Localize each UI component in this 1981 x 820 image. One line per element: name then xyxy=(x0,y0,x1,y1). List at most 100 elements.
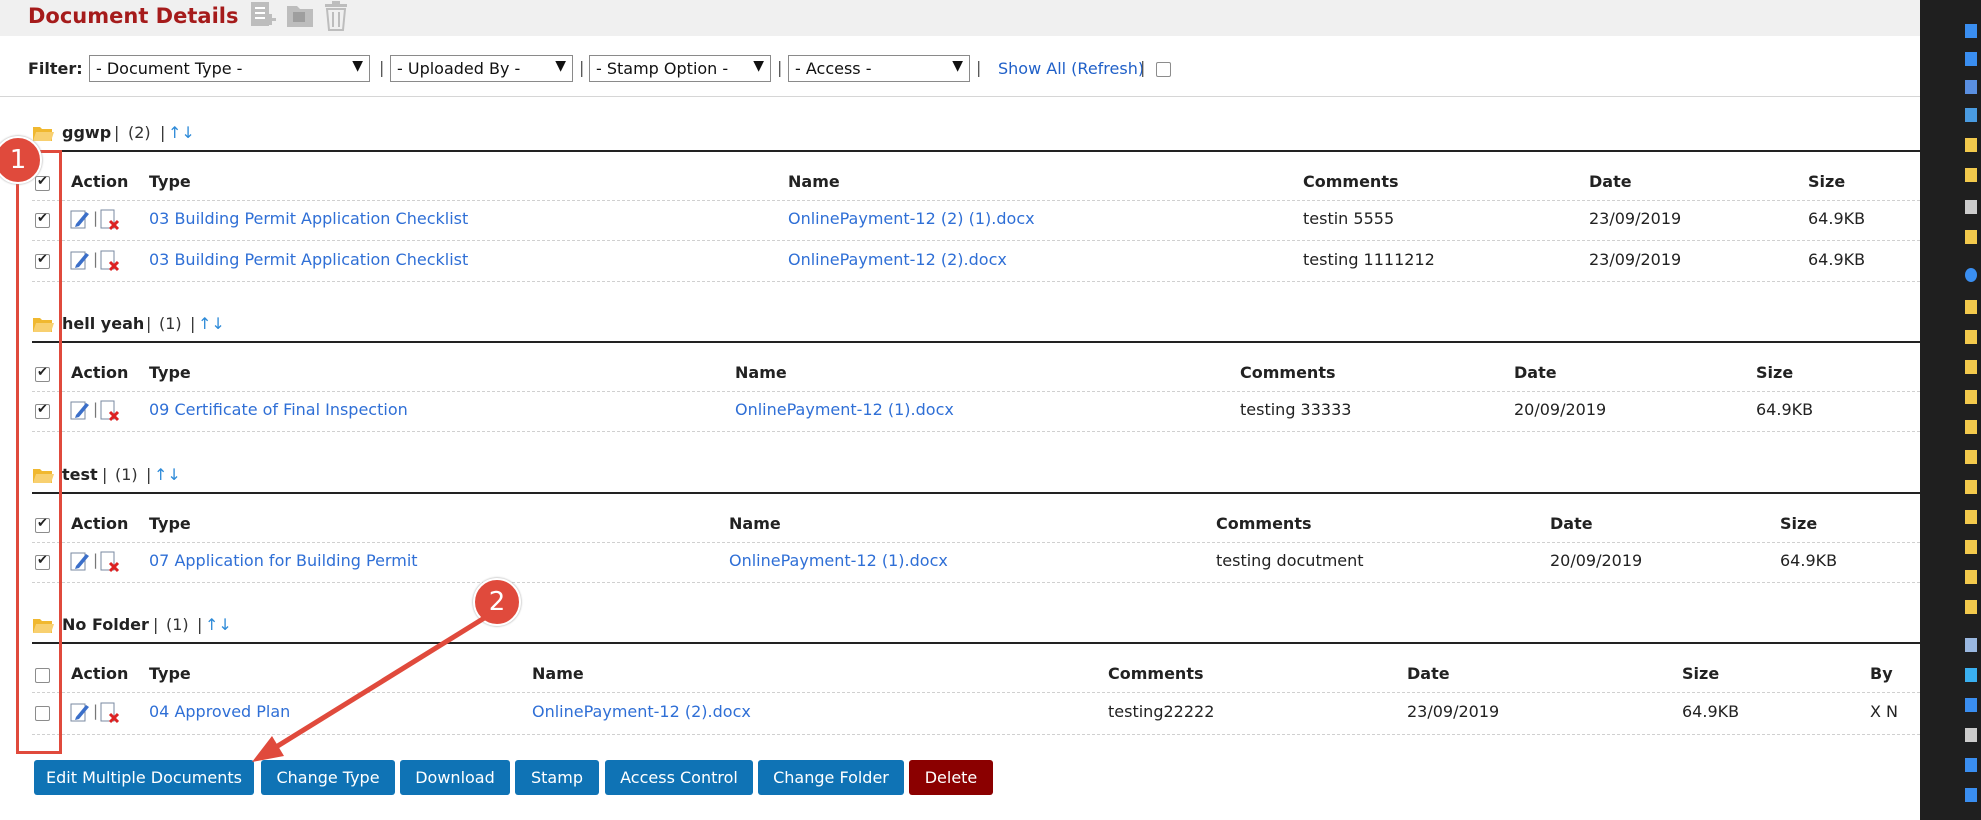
folder-icon xyxy=(1965,570,1977,584)
row-divider xyxy=(32,582,1920,583)
col-type: Type xyxy=(149,363,191,382)
separator: | xyxy=(579,58,585,77)
folder-icon xyxy=(1965,138,1977,152)
row-divider xyxy=(32,281,1920,282)
dropdown-arrow-icon: ▼ xyxy=(753,58,764,74)
annotation-badge-2: 2 xyxy=(473,578,521,626)
access-select[interactable]: - Access - ▼ xyxy=(788,55,970,82)
download-icon xyxy=(1965,52,1977,66)
folder-icon xyxy=(1965,300,1977,314)
col-type: Type xyxy=(149,514,191,533)
edit-icon[interactable] xyxy=(70,400,90,420)
annotation-checkbox-highlight xyxy=(16,150,62,754)
folder-icon xyxy=(1965,168,1977,182)
sort-icon[interactable]: ↑↓ xyxy=(168,123,195,142)
folder-separator: | xyxy=(102,465,108,484)
dropdown-arrow-icon: ▼ xyxy=(555,58,566,74)
download-button[interactable]: Download xyxy=(400,760,510,795)
folder-icon xyxy=(1965,540,1977,554)
doc-comments: testing 1111212 xyxy=(1303,250,1435,269)
chat-icon xyxy=(1965,698,1977,712)
open-folder-icon xyxy=(33,127,54,141)
filter-checkbox[interactable] xyxy=(1156,62,1171,77)
col-by: By xyxy=(1870,664,1893,683)
row-divider xyxy=(32,692,1920,693)
col-type: Type xyxy=(149,172,191,191)
folder-icon[interactable] xyxy=(284,0,316,32)
doc-type-link[interactable]: 07 Application for Building Permit xyxy=(149,551,418,570)
stamp-option-select[interactable]: - Stamp Option - ▼ xyxy=(589,55,771,82)
doc-date: 23/09/2019 xyxy=(1589,209,1682,228)
doc-size: 64.9KB xyxy=(1756,400,1814,419)
separator: | xyxy=(976,58,982,77)
delete-file-icon[interactable] xyxy=(100,551,120,573)
doc-type-link[interactable]: 04 Approved Plan xyxy=(149,702,290,721)
access-control-button[interactable]: Access Control xyxy=(605,760,753,795)
folder-separator: | xyxy=(153,615,159,634)
col-size: Size xyxy=(1682,664,1720,683)
doc-uploaded-by: X N xyxy=(1870,702,1899,721)
doc-type-link[interactable]: 09 Certificate of Final Inspection xyxy=(149,400,408,419)
doc-type-link[interactable]: 03 Building Permit Application Checklist xyxy=(149,209,468,228)
folder-name: No Folder xyxy=(62,615,149,634)
doc-type-link[interactable]: 03 Building Permit Application Checklist xyxy=(149,250,468,269)
doc-name-link[interactable]: OnlinePayment-12 (2) (1).docx xyxy=(788,209,1035,228)
folder-separator: | xyxy=(197,615,203,634)
sort-icon[interactable]: ↑↓ xyxy=(154,465,181,484)
sort-icon[interactable]: ↑↓ xyxy=(205,615,232,634)
music-icon xyxy=(1965,788,1977,802)
sort-icon[interactable]: ↑↓ xyxy=(198,314,225,333)
delete-file-icon[interactable] xyxy=(100,209,120,231)
dropdown-arrow-icon: ▼ xyxy=(952,58,963,74)
header-bar: Document Details xyxy=(0,0,1920,36)
doc-date: 23/09/2019 xyxy=(1589,250,1682,269)
doc-name-link[interactable]: OnlinePayment-12 (1).docx xyxy=(735,400,954,419)
change-type-button[interactable]: Change Type xyxy=(261,760,395,795)
dropdown-arrow-icon: ▼ xyxy=(352,58,363,74)
doc-date: 20/09/2019 xyxy=(1550,551,1643,570)
row-actions: | xyxy=(70,551,140,573)
uploaded-by-select[interactable]: - Uploaded By - ▼ xyxy=(390,55,573,82)
document-icon xyxy=(1965,80,1977,94)
edit-icon[interactable] xyxy=(70,702,90,722)
doc-size: 64.9KB xyxy=(1780,551,1838,570)
add-document-icon[interactable] xyxy=(248,0,280,32)
show-all-link[interactable]: Show All (Refresh) xyxy=(998,59,1144,78)
col-action: Action xyxy=(71,172,129,191)
col-comments: Comments xyxy=(1240,363,1336,382)
document-type-select[interactable]: - Document Type - ▼ xyxy=(89,55,370,82)
folder-separator: | xyxy=(146,314,152,333)
filter-label: Filter: xyxy=(28,59,83,78)
row-divider xyxy=(32,431,1920,432)
folder-count: (1) xyxy=(166,615,189,634)
delete-button[interactable]: Delete xyxy=(909,760,993,795)
doc-name-link[interactable]: OnlinePayment-12 (2).docx xyxy=(532,702,751,721)
folder-icon xyxy=(1965,510,1977,524)
folder-count: (1) xyxy=(159,314,182,333)
folder-count: (2) xyxy=(128,123,151,142)
book-icon xyxy=(1965,200,1977,214)
col-name: Name xyxy=(735,363,787,382)
delete-file-icon[interactable] xyxy=(100,702,120,724)
row-actions: | xyxy=(70,250,140,272)
row-actions: | xyxy=(70,400,140,422)
folder-name: test xyxy=(62,465,98,484)
col-size: Size xyxy=(1808,172,1846,191)
folder-icon xyxy=(1965,480,1977,494)
edit-icon[interactable] xyxy=(70,551,90,571)
row-divider xyxy=(32,240,1920,241)
doc-name-link[interactable]: OnlinePayment-12 (1).docx xyxy=(729,551,948,570)
doc-name-link[interactable]: OnlinePayment-12 (2).docx xyxy=(788,250,1007,269)
doc-comments: testing22222 xyxy=(1108,702,1215,721)
edit-icon[interactable] xyxy=(70,250,90,270)
separator: | xyxy=(1140,58,1146,77)
stamp-button[interactable]: Stamp xyxy=(515,760,599,795)
change-folder-button[interactable]: Change Folder xyxy=(758,760,904,795)
group-divider xyxy=(32,492,1920,494)
delete-file-icon[interactable] xyxy=(100,400,120,422)
computer-icon xyxy=(1965,638,1977,652)
edit-multiple-documents-button[interactable]: Edit Multiple Documents xyxy=(34,760,254,795)
trash-icon[interactable] xyxy=(320,0,352,32)
edit-icon[interactable] xyxy=(70,209,90,229)
delete-file-icon[interactable] xyxy=(100,250,120,272)
